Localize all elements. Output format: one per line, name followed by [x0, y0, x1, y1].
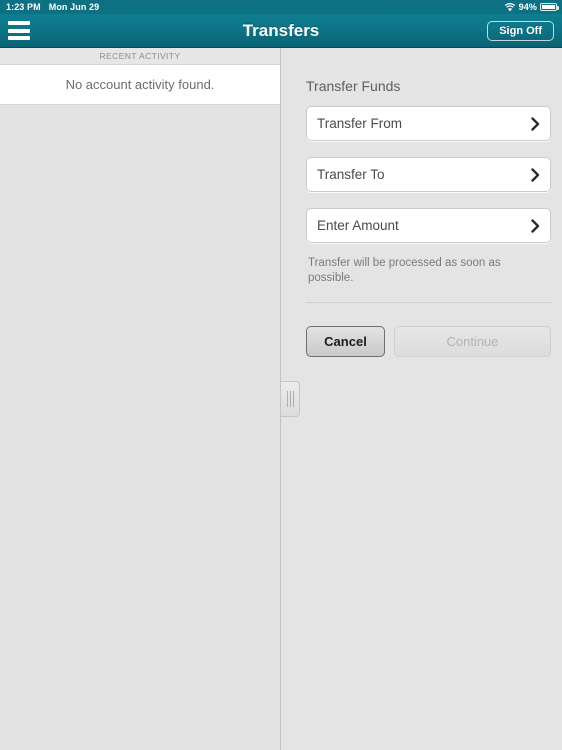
chevron-right-icon — [531, 167, 540, 182]
transfer-from-label: Transfer From — [317, 116, 403, 131]
grip-line — [292, 391, 294, 407]
transfer-funds-pane: Transfer Funds Transfer From Transfer To… — [282, 48, 562, 750]
navigation-bar: Transfers Sign Off — [0, 14, 562, 48]
enter-amount-label: Enter Amount — [317, 218, 399, 233]
status-right-cluster: 94% — [504, 2, 559, 12]
transfer-note: Transfer will be processed as soon as po… — [308, 257, 501, 284]
section-divider — [306, 302, 551, 303]
battery-icon — [540, 3, 559, 11]
cancel-button[interactable]: Cancel — [306, 326, 385, 357]
recent-activity-header: RECENT ACTIVITY — [0, 48, 280, 65]
page-title: Transfers — [242, 21, 320, 40]
pane-splitter-handle[interactable] — [281, 381, 300, 417]
grip-line — [286, 391, 288, 407]
status-date: Mon Jun 29 — [48, 2, 100, 12]
grip-line — [289, 391, 291, 407]
sign-off-button[interactable]: Sign Off — [487, 21, 554, 41]
transfer-to-label: Transfer To — [317, 167, 385, 182]
chevron-right-icon — [531, 218, 540, 233]
form-title: Transfer Funds — [306, 78, 401, 94]
chevron-right-icon — [531, 116, 540, 131]
continue-button[interactable]: Continue — [394, 326, 551, 357]
status-time: 1:23 PM — [6, 2, 41, 12]
transfer-from-field[interactable]: Transfer From — [306, 106, 551, 141]
recent-activity-pane: RECENT ACTIVITY No account activity foun… — [0, 48, 281, 750]
status-bar: 1:23 PM Mon Jun 29 94% — [0, 0, 562, 14]
battery-percent: 94% — [518, 2, 537, 12]
enter-amount-field[interactable]: Enter Amount — [306, 208, 551, 243]
wifi-icon — [504, 2, 515, 11]
empty-activity-row: No account activity found. — [0, 65, 280, 105]
transfers-screen: 1:23 PM Mon Jun 29 94% Transfers Sign Of… — [0, 0, 562, 750]
transfer-to-field[interactable]: Transfer To — [306, 157, 551, 192]
